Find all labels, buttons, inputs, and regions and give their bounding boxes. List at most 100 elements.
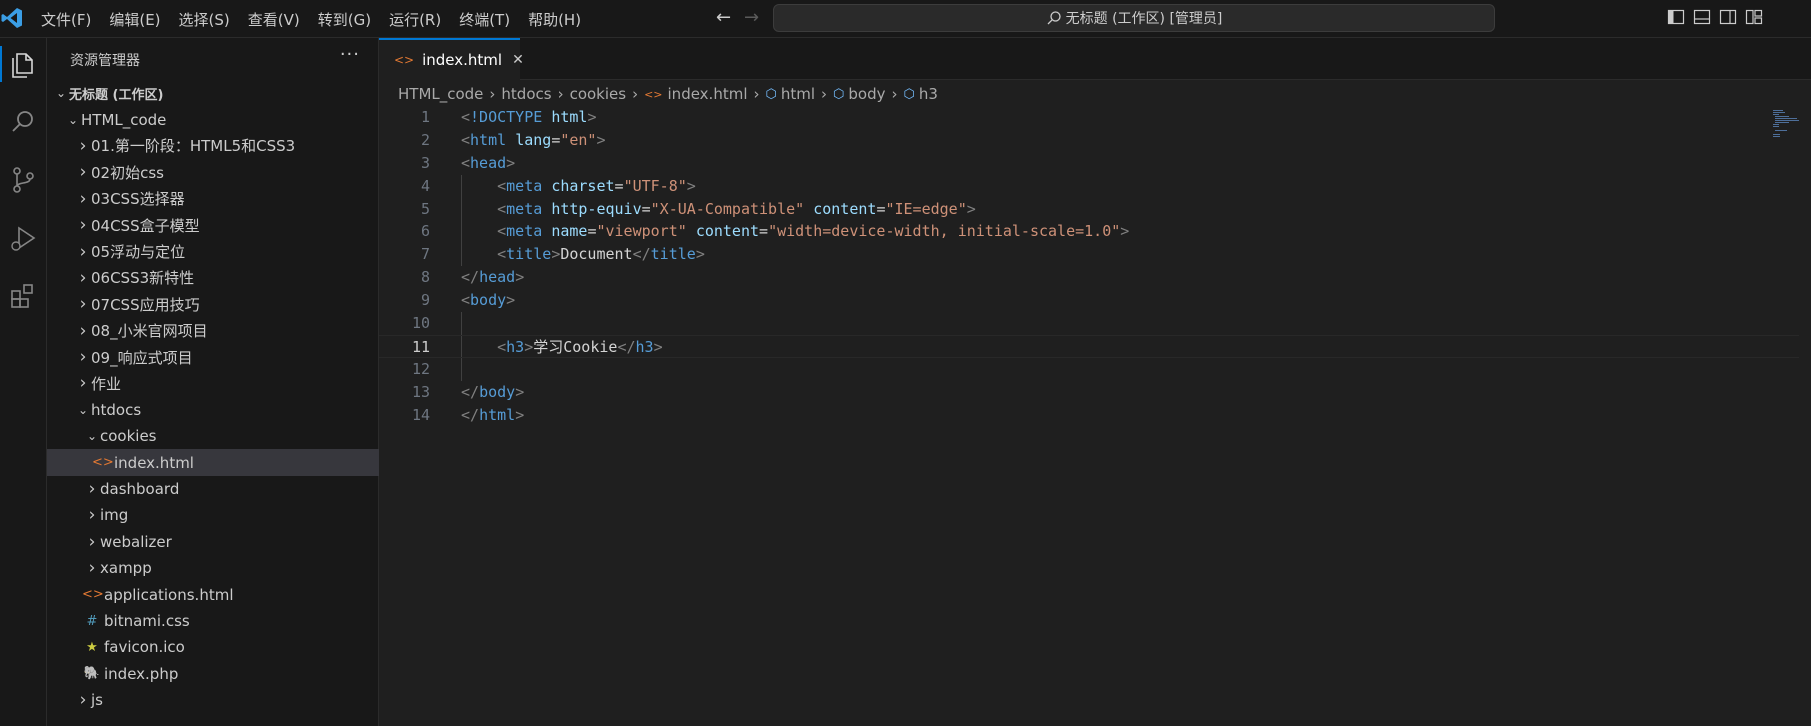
breadcrumb-separator-icon: › [489,85,496,103]
customize-layout-icon[interactable] [1745,8,1763,26]
menu-help[interactable]: 帮助(H) [519,9,590,30]
breadcrumb-item[interactable]: cookies [570,85,627,103]
code-text: <body> [461,291,516,310]
breadcrumb-item[interactable]: HTML_code [398,85,483,103]
tree-folder[interactable]: › dashboard [47,476,379,502]
source-control-icon[interactable] [5,162,41,198]
tree-file[interactable]: <> applications.html [47,581,379,607]
code-text: <meta name="viewport" content="width=dev… [497,222,1130,241]
close-icon[interactable]: ✕ [512,52,524,68]
chevron-right-icon: › [88,558,96,579]
toggle-secondary-sidebar-icon[interactable] [1719,8,1737,26]
tree-folder[interactable]: › 06CSS3新特性 [47,265,379,291]
menu-go[interactable]: 转到(G) [309,9,380,30]
code-line[interactable]: 14 </html> [379,404,1799,427]
code-editor[interactable]: 1 <!DOCTYPE html> 2 <html lang="en"> 3 <head>… [379,106,1799,426]
toggle-panel-icon[interactable] [1693,8,1711,26]
tree-item-label: applications.html [104,585,234,604]
code-line[interactable]: 4 <meta charset="UTF-8"> [379,175,1799,198]
menu-run[interactable]: 运行(R) [380,9,450,30]
tree-folder-html-code[interactable]: ⌄ HTML_code [47,106,379,132]
tree-workspace-root[interactable]: ⌄ 无标题 (工作区) [47,80,379,106]
tree-folder[interactable]: › 04CSS盒子模型 [47,212,379,238]
back-arrow-icon[interactable]: ← [716,7,731,28]
tree-item-label: htdocs [91,400,142,419]
tree-folder-htdocs[interactable]: ⌄ htdocs [47,397,379,423]
code-line[interactable]: 11 <h3>学习Cookie</h3> [379,334,1799,358]
code-text: <head> [461,153,516,172]
chevron-right-icon: › [79,188,87,209]
breadcrumb-item[interactable]: body [848,85,885,103]
symbol-element-icon: ⬡ [833,86,845,102]
explorer-icon[interactable] [5,46,41,82]
toggle-primary-sidebar-icon[interactable] [1667,8,1685,26]
code-line[interactable]: 13 </body> [379,381,1799,404]
chevron-down-icon: ⌄ [67,112,79,127]
editor-area: <> index.html ✕ HTML_code › htdocs › cookies… [379,38,1811,726]
file-tree: ⌄ 无标题 (工作区) ⌄ HTML_code › 01.第一阶段：HTML5和CSS3 ›… [47,80,379,713]
tree-folder[interactable]: › 02初始css [47,159,379,185]
forward-arrow-icon[interactable]: → [744,7,759,28]
search-icon[interactable] [5,104,41,140]
tree-folder[interactable]: › 09_响应式项目 [47,344,379,370]
code-line[interactable]: 12 [379,358,1799,381]
chevron-right-icon: › [79,215,87,236]
vscode-logo-icon [1,8,22,28]
tree-folder[interactable]: › xampp [47,555,379,581]
code-line[interactable]: 7 <title>Document</title> [379,243,1799,266]
tree-folder[interactable]: › 05浮动与定位 [47,238,379,264]
menu-file[interactable]: 文件(F) [32,9,100,30]
command-center-search[interactable]: 无标题 (工作区) [管理员] [773,4,1495,32]
tree-item-label: 02初始css [91,163,164,182]
tree-folder[interactable]: › 01.第一阶段：HTML5和CSS3 [47,133,379,159]
line-number: 6 [420,222,430,241]
code-text: <h3>学习Cookie</h3> [497,337,663,356]
tree-folder-js[interactable]: › js [47,687,379,713]
line-number: 14 [411,405,430,424]
tree-file[interactable]: 🐘 index.php [47,661,379,687]
tree-folder[interactable]: › 03CSS选择器 [47,186,379,212]
menu-selection[interactable]: 选择(S) [170,9,239,30]
chevron-down-icon: ⌄ [55,86,67,101]
menu-view[interactable]: 查看(V) [239,9,309,30]
tree-folder-cookies[interactable]: ⌄ cookies [47,423,379,449]
tree-folder[interactable]: › 07CSS应用技巧 [47,291,379,317]
tab-index-html[interactable]: <> index.html ✕ [379,38,524,80]
menu-terminal[interactable]: 终端(T) [450,9,519,30]
line-number: 2 [420,130,430,149]
tree-file[interactable]: # bitnami.css [47,608,379,634]
breadcrumb-item[interactable]: h3 [919,85,938,103]
code-line[interactable]: 10 [379,312,1799,335]
line-number: 12 [411,359,430,378]
tree-file-index-html[interactable]: <> index.html [47,449,379,476]
tree-folder[interactable]: › 作业 [47,370,379,396]
html-file-icon: <> [82,587,104,603]
minimap[interactable] [1771,108,1799,148]
breadcrumb-item[interactable]: index.html [668,85,748,103]
tree-folder[interactable]: › 08_小米官网项目 [47,318,379,344]
tree-file[interactable]: ★ favicon.ico [47,634,379,660]
breadcrumb-item[interactable]: htdocs [501,85,551,103]
tree-item-label: favicon.ico [104,638,185,657]
chevron-right-icon: › [79,320,87,341]
code-line[interactable]: 9 <body> [379,289,1799,312]
code-text: </body> [461,382,525,401]
line-number: 3 [420,153,430,172]
run-and-debug-icon[interactable] [5,220,41,256]
more-actions-icon[interactable]: ··· [340,44,360,65]
extensions-icon[interactable] [5,278,41,314]
code-line[interactable]: 1 <!DOCTYPE html> [379,106,1799,129]
chevron-right-icon: › [79,347,87,368]
chevron-right-icon: › [88,479,96,500]
code-line[interactable]: 6 <meta name="viewport" content="width=d… [379,220,1799,243]
tree-item-label: xampp [100,559,152,578]
tree-item-label: 作业 [91,374,122,393]
code-line[interactable]: 5 <meta http-equiv="X-UA-Compatible" con… [379,198,1799,221]
code-line[interactable]: 2 <html lang="en"> [379,129,1799,152]
menu-edit[interactable]: 编辑(E) [100,9,169,30]
breadcrumb-item[interactable]: html [781,85,815,103]
tree-folder[interactable]: › webalizer [47,529,379,555]
tree-folder[interactable]: › img [47,502,379,528]
code-line[interactable]: 8 </head> [379,266,1799,289]
code-line[interactable]: 3 <head> [379,152,1799,175]
